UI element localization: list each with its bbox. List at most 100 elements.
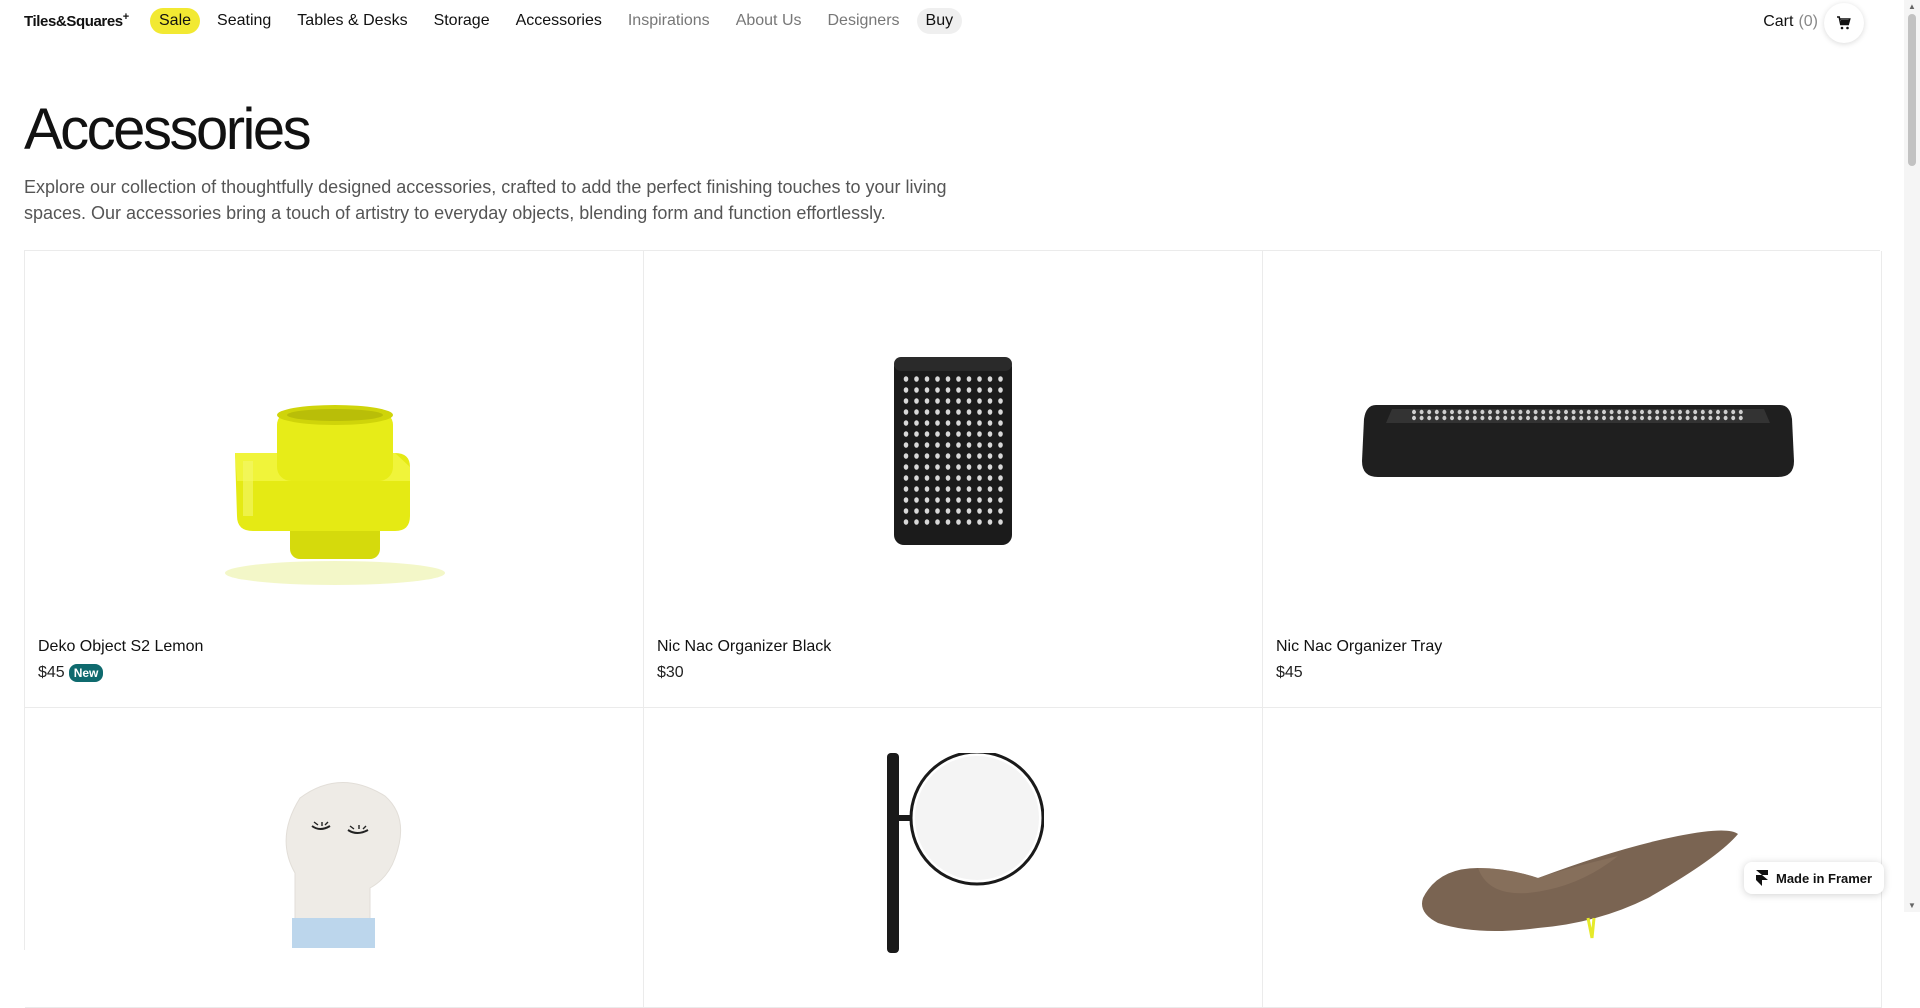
perforation-hole xyxy=(987,475,993,481)
nav-link-sale[interactable]: Sale xyxy=(150,8,201,34)
perforation-hole xyxy=(1662,415,1667,421)
scroll-down-icon[interactable]: ▼ xyxy=(1908,901,1916,910)
perforation-hole xyxy=(1723,409,1728,415)
perforation-hole xyxy=(1495,409,1500,415)
cart-icon xyxy=(1837,16,1851,30)
perforation-hole xyxy=(924,431,930,437)
perforation-hole xyxy=(977,442,982,448)
perforation-hole xyxy=(1731,415,1736,421)
perforation-hole xyxy=(935,475,940,481)
perforation-hole xyxy=(1579,415,1584,421)
nav-link-seating[interactable]: Seating xyxy=(208,8,280,34)
perforation-hole xyxy=(924,486,930,492)
perforation-hole xyxy=(977,398,982,404)
made-in-framer-badge[interactable]: Made in Framer xyxy=(1744,862,1885,894)
perforation-hole xyxy=(1700,409,1705,415)
cart-button[interactable] xyxy=(1824,3,1864,43)
perforation-hole xyxy=(1670,415,1675,421)
perforation-hole xyxy=(1655,409,1660,415)
perforation-hole xyxy=(987,519,993,525)
nav-links: Sale Seating Tables & Desks Storage Acce… xyxy=(150,8,970,34)
perforation-hole xyxy=(924,508,930,514)
product-card[interactable]: Nic Nac Organizer Tray $45 xyxy=(1263,251,1882,708)
perforation-hole xyxy=(914,442,919,448)
perforation-hole xyxy=(987,420,993,426)
perforation-hole xyxy=(1419,409,1424,415)
perforation-hole xyxy=(977,376,982,382)
product-card[interactable] xyxy=(644,708,1263,1008)
perforation-hole xyxy=(903,519,909,525)
perforation-hole xyxy=(935,486,940,492)
perforation-hole xyxy=(977,409,982,415)
perforation-hole xyxy=(998,486,1003,492)
perforation-hole xyxy=(966,431,972,437)
perforation-hole xyxy=(914,519,919,525)
scroll-thumb[interactable] xyxy=(1908,14,1916,166)
perforation-hole xyxy=(1738,409,1743,415)
perforation-hole xyxy=(1738,415,1743,421)
perforation-hole xyxy=(914,409,919,415)
product-name[interactable]: Nic Nac Organizer Black xyxy=(657,638,831,656)
product-card[interactable]: Deko Object S2 Lemon $45 New xyxy=(25,251,644,708)
perforation-hole xyxy=(1685,409,1690,415)
nav-link-about-us[interactable]: About Us xyxy=(727,8,811,34)
perforation-hole xyxy=(1571,409,1576,415)
perforation-hole xyxy=(1693,409,1698,415)
page-title: Accessories xyxy=(24,97,312,162)
perforation-hole xyxy=(1548,415,1553,421)
product-card[interactable] xyxy=(25,708,644,1008)
top-nav: Tiles&Squares+ Sale Seating Tables & Des… xyxy=(0,0,1904,44)
perforation-hole xyxy=(1731,409,1736,415)
perforation-hole xyxy=(914,398,919,404)
perforation-hole xyxy=(914,508,919,514)
perforation-hole xyxy=(903,409,909,415)
perforation-hole xyxy=(1564,409,1568,415)
perforation-hole xyxy=(987,387,993,393)
logo[interactable]: Tiles&Squares+ xyxy=(24,11,129,30)
nav-link-designers[interactable]: Designers xyxy=(819,8,909,34)
perforation-hole xyxy=(1412,415,1416,421)
product-card[interactable]: Nic Nac Organizer Black $30 xyxy=(644,251,1263,708)
perforation-hole xyxy=(956,519,961,525)
perforation-hole xyxy=(914,453,919,459)
perforation-hole xyxy=(1564,415,1568,421)
perforation-hole xyxy=(903,442,909,448)
perforation-hole xyxy=(977,420,982,426)
product-image-wooden-bird xyxy=(1422,830,1738,939)
nav-link-buy[interactable]: Buy xyxy=(916,8,963,34)
new-badge: New xyxy=(68,664,104,682)
nav-link-accessories[interactable]: Accessories xyxy=(507,8,611,34)
cart-link[interactable]: Cart (0) xyxy=(1763,13,1818,31)
perforation-hole xyxy=(998,409,1003,415)
nav-link-inspirations[interactable]: Inspirations xyxy=(619,8,719,34)
cart-count: (0) xyxy=(1798,13,1818,30)
product-card[interactable] xyxy=(1263,708,1882,1008)
perforation-hole xyxy=(945,442,951,448)
perforation-hole xyxy=(1556,409,1561,415)
perforation-hole xyxy=(1678,409,1682,415)
product-price: $30 xyxy=(657,664,684,681)
perforation-hole xyxy=(1472,409,1477,415)
product-name[interactable]: Nic Nac Organizer Tray xyxy=(1276,638,1442,656)
perforation-hole xyxy=(924,387,930,393)
scroll-up-icon[interactable]: ▲ xyxy=(1908,2,1916,11)
page-scrollbar[interactable]: ▲ ▼ xyxy=(1904,0,1920,912)
perforation-hole xyxy=(966,398,972,404)
perforation-hole xyxy=(987,464,993,470)
perforation-hole xyxy=(966,464,972,470)
nav-link-tables-desks[interactable]: Tables & Desks xyxy=(288,8,416,34)
product-image-figurine xyxy=(285,782,402,948)
product-image-deko-lemon xyxy=(225,405,445,585)
perforation-hole xyxy=(956,453,961,459)
perforation-hole xyxy=(987,508,993,514)
perforation-hole xyxy=(1624,409,1629,415)
perforation-hole xyxy=(924,464,930,470)
product-image-organizer-black xyxy=(894,357,1012,545)
perforation-hole xyxy=(966,519,972,525)
perforation-hole xyxy=(935,497,940,503)
nav-link-storage[interactable]: Storage xyxy=(425,8,499,34)
perforation-hole xyxy=(977,508,982,514)
product-price: $45 xyxy=(38,664,65,681)
perforation-hole xyxy=(924,453,930,459)
product-name[interactable]: Deko Object S2 Lemon xyxy=(38,638,203,656)
